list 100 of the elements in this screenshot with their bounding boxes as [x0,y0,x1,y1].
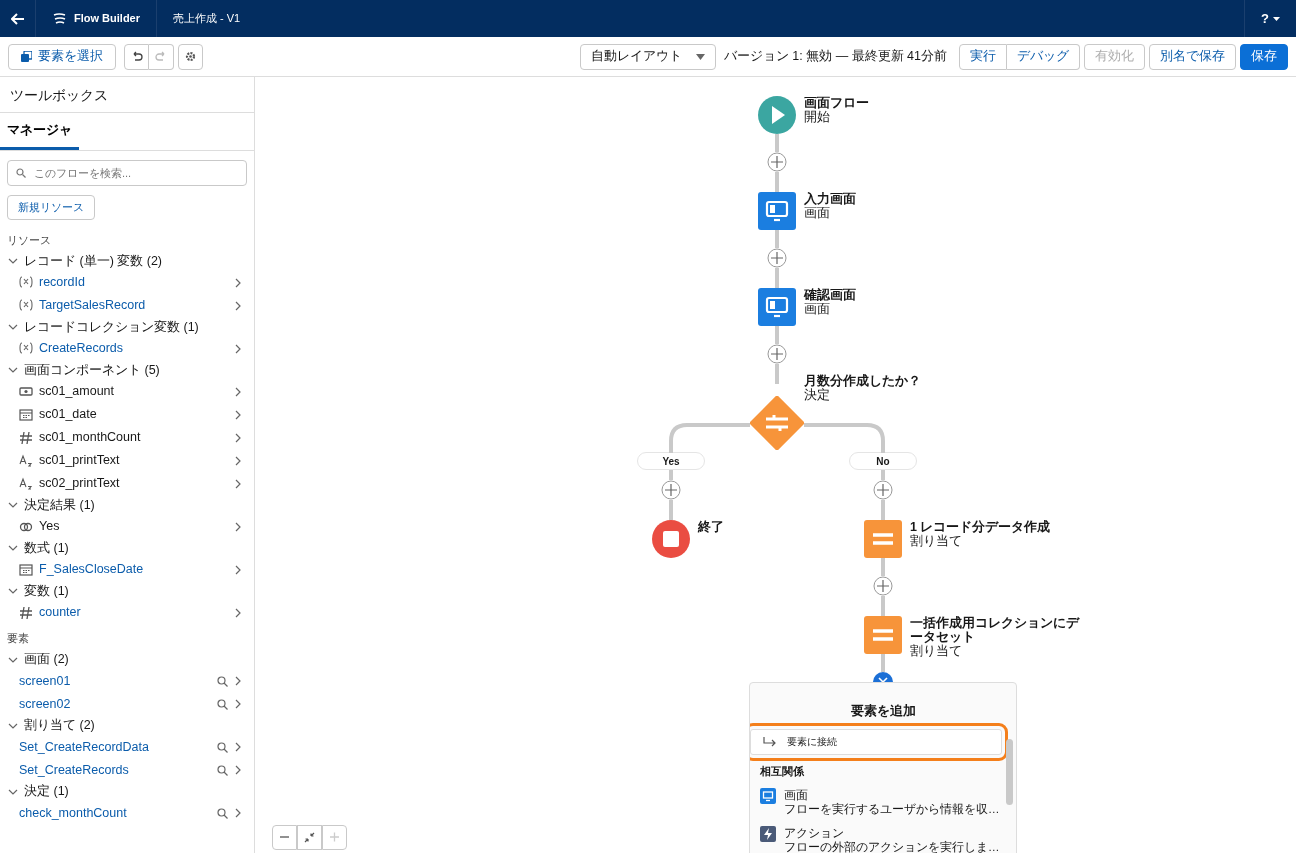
resource-item[interactable]: sc01_monthCount [39,428,228,448]
search-icon[interactable] [217,807,228,819]
add-step-icon[interactable] [767,344,787,364]
redo-icon [155,51,167,62]
group-heading[interactable]: 数式 (1) [24,538,69,558]
node-title: 画面フロー [804,96,870,110]
new-resource-button[interactable]: 新規リソース [7,194,95,220]
section-label: リソース [6,232,52,248]
toolbar-button[interactable]: デバッグ [1007,43,1080,70]
group-heading[interactable]: 決定 (1) [24,782,69,802]
resource-item[interactable]: CreateRecords [39,339,228,359]
add-step-icon[interactable] [661,480,681,500]
search-icon[interactable] [217,764,228,776]
resource-item[interactable]: Set_CreateRecords [19,760,211,780]
select-elements-button[interactable]: 要素を選択 [8,43,116,70]
fit-button[interactable] [297,825,322,850]
lightning-icon [760,826,776,842]
node-type: 割り当て [910,534,962,548]
variable-icon [19,299,33,313]
node-title: 1 レコード分データ作成 [910,520,1052,534]
undo-button[interactable] [124,43,149,70]
resource-item[interactable]: check_monthCount [19,803,211,823]
group-heading[interactable]: レコード (単一) 変数 (2) [24,251,163,271]
group-heading[interactable]: 画面 (2) [24,650,69,670]
connect-label: 要素に接続 [787,735,837,749]
chevron-right-icon[interactable] [234,675,242,688]
chevron-right-icon[interactable] [234,807,242,820]
resource-item[interactable]: recordId [39,273,228,293]
chevron-right-icon[interactable] [234,477,242,490]
menu-option[interactable]: 画面 フローを実行するユーザから情報を収… [750,783,1016,821]
resource-item[interactable]: sc01_printText [39,451,228,471]
node-type: 画面 [804,302,830,316]
search-icon[interactable] [217,675,228,687]
resource-item[interactable]: Yes [39,517,228,537]
menu-option[interactable]: アクション フローの外部のアクションを実行しま… [750,821,1016,853]
search-icon[interactable] [217,741,228,753]
chevron-right-icon[interactable] [234,454,242,467]
group-heading[interactable]: 画面コンポーネント (5) [24,360,160,380]
settings-icon [185,51,196,62]
add-step-icon[interactable] [873,576,893,596]
stop-icon[interactable] [652,520,690,558]
caret-icon [1273,16,1280,21]
settings-button[interactable] [178,43,203,70]
resource-item[interactable]: TargetSalesRecord [39,296,228,316]
screen-icon[interactable] [758,192,796,230]
toolbar-button[interactable]: 別名で保存 [1149,43,1236,70]
group-heading[interactable]: 変数 (1) [24,581,69,601]
chevron-right-icon[interactable] [234,606,242,619]
resource-item[interactable]: screen01 [19,671,211,691]
flow-logo-icon [52,12,66,25]
text-icon [19,454,33,468]
zoom-out-button[interactable] [272,825,297,850]
add-step-icon[interactable] [767,248,787,268]
add-step-icon[interactable] [767,152,787,172]
node-title: 入力画面 [804,192,857,206]
chevron-right-icon[interactable] [234,563,242,576]
chevron-right-icon[interactable] [234,520,242,533]
resource-item[interactable]: screen02 [19,694,211,714]
group-heading[interactable]: 割り当て (2) [24,716,95,736]
toolbar-button[interactable]: 保存 [1240,43,1288,70]
option-name: 画面 [784,788,809,802]
outcome-icon [19,520,33,534]
group-heading[interactable]: レコードコレクション変数 (1) [24,317,199,337]
section-label: 要素 [6,631,30,647]
chevron-right-icon[interactable] [234,408,242,421]
layout-select[interactable]: 自動レイアウト [579,43,716,70]
chevron-right-icon[interactable] [234,385,242,398]
screen-icon[interactable] [758,288,796,326]
add-step-icon[interactable] [873,480,893,500]
decision-icon [750,396,804,450]
chevron-right-icon[interactable] [234,276,242,289]
group-heading[interactable]: 決定結果 (1) [24,495,95,515]
start-icon[interactable] [758,96,796,134]
chevron-right-icon[interactable] [234,342,242,355]
toolbox-title: ツールボックス [0,77,254,113]
resource-item[interactable]: F_SalesCloseDate [39,560,228,580]
resource-item[interactable]: sc01_date [39,405,228,425]
chevron-right-icon[interactable] [234,431,242,444]
scrollbar[interactable] [1006,739,1013,805]
fit-icon [304,832,315,843]
option-description: フローを実行するユーザから情報を収… [784,802,1000,816]
chevron-right-icon[interactable] [234,299,242,312]
chevron-right-icon[interactable] [234,741,242,754]
node-title: 終了 [698,520,725,534]
search-icon[interactable] [217,698,228,710]
resource-item[interactable]: sc02_printText [39,474,228,494]
toolbar-button[interactable]: 実行 [959,43,1007,70]
help-menu-button[interactable]: ? [1244,0,1296,37]
back-arrow-icon[interactable] [10,12,25,25]
search-field[interactable]: このフローを検索... [7,159,247,186]
option-name: アクション [784,826,845,840]
chevron-right-icon[interactable] [234,698,242,711]
node-type: 開始 [804,110,830,124]
node-type: 割り当て [910,644,962,658]
panel-tab[interactable]: マネージャ [0,113,79,150]
chevron-right-icon[interactable] [234,764,242,777]
resource-item[interactable]: Set_CreateRecordData [19,737,211,757]
resource-item[interactable]: sc01_amount [39,382,228,402]
resource-item[interactable]: counter [39,603,228,623]
currency-icon [19,385,33,399]
